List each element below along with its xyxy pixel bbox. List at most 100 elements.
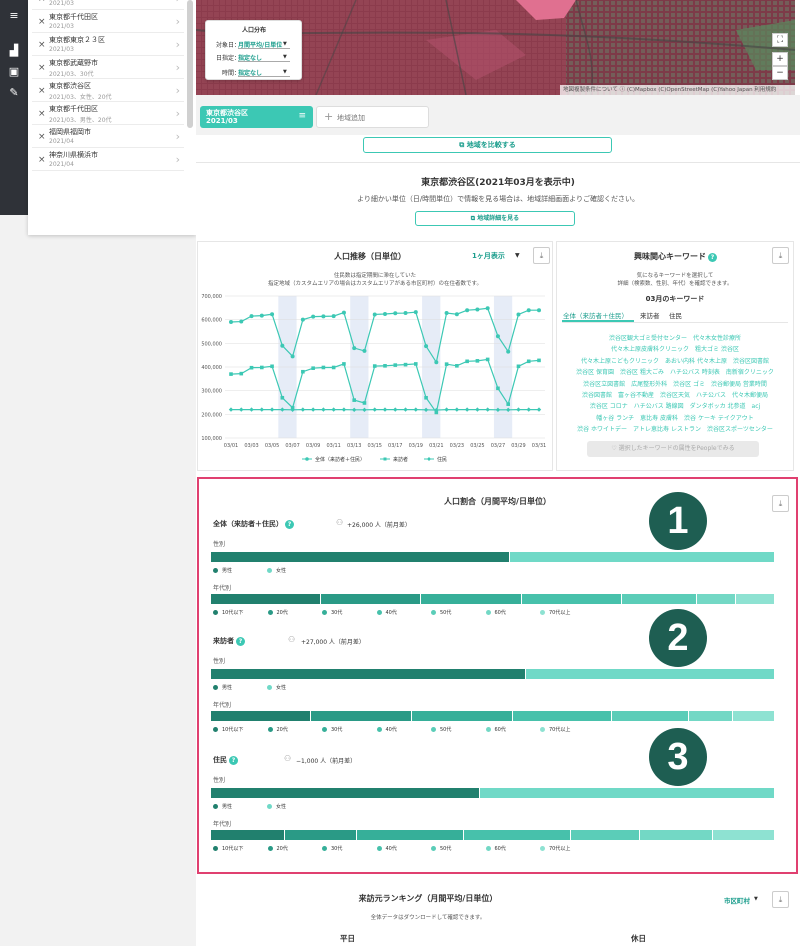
gender-segment[interactable] xyxy=(211,669,527,679)
data-point[interactable] xyxy=(526,308,531,313)
age-segment[interactable] xyxy=(733,711,775,721)
close-icon[interactable]: × xyxy=(38,86,46,96)
data-point[interactable] xyxy=(229,320,233,325)
region-list-item[interactable]: × 福岡県福岡市 2021/04 › xyxy=(32,126,184,148)
data-point[interactable] xyxy=(290,354,295,359)
data-point[interactable] xyxy=(485,306,490,311)
data-point[interactable] xyxy=(310,407,316,412)
data-point[interactable] xyxy=(414,362,418,366)
data-point[interactable] xyxy=(465,308,470,313)
keyword-line[interactable]: 渋谷図書館 富ヶ谷不動産 渋谷区天気 ハチ公バス 代々木郵便局 xyxy=(556,390,794,399)
data-point[interactable] xyxy=(362,401,367,405)
download-icon[interactable]: ⤓ xyxy=(772,247,789,264)
data-point[interactable] xyxy=(383,311,387,316)
keyword-line[interactable]: 渋谷区観大ゴミ受付センター 代々木女性診療所 xyxy=(556,333,794,342)
data-point[interactable] xyxy=(403,407,408,412)
keyword-line[interactable]: 幡ヶ谷 ランチ 恵比寿 皮膚科 渋谷 ケーキ テイクアウト xyxy=(556,413,794,422)
close-icon[interactable]: × xyxy=(38,63,46,73)
data-point[interactable] xyxy=(465,359,469,364)
data-point[interactable] xyxy=(300,407,306,412)
data-point[interactable] xyxy=(229,372,233,376)
data-point[interactable] xyxy=(424,344,429,349)
layers-icon[interactable]: ▣ xyxy=(7,66,21,78)
data-point[interactable] xyxy=(249,365,254,370)
keyword-tab-residents[interactable]: 住民 xyxy=(669,310,682,320)
gender-segment[interactable] xyxy=(510,552,775,562)
data-point[interactable] xyxy=(506,402,510,406)
region-panel-scrollbar[interactable] xyxy=(187,0,193,128)
data-point[interactable] xyxy=(239,319,244,324)
data-point[interactable] xyxy=(300,317,305,322)
data-point[interactable] xyxy=(270,364,274,369)
hamburger-icon[interactable]: ≡ xyxy=(298,111,306,121)
region-detail-button[interactable]: ⧉ 地域詳細を見る xyxy=(415,211,575,226)
data-point[interactable] xyxy=(536,407,542,412)
data-point[interactable] xyxy=(413,310,418,315)
data-point[interactable] xyxy=(393,407,398,412)
data-point[interactable] xyxy=(372,312,377,317)
data-point[interactable] xyxy=(259,407,264,412)
edit-icon[interactable]: ✎ xyxy=(7,87,21,99)
keyword-line[interactable]: 代々木上原こどもクリニック あおい内科 代々木上原 渋谷区図書館 xyxy=(556,356,794,365)
data-point[interactable] xyxy=(383,364,387,368)
data-point[interactable] xyxy=(249,407,254,412)
close-icon[interactable]: × xyxy=(38,109,46,119)
keyword-line[interactable]: 渋谷区 コロナ ハチ公バス 路線図 ダンタボッカ 北参道 acj xyxy=(556,401,794,410)
data-point[interactable] xyxy=(537,358,541,363)
data-point[interactable] xyxy=(434,360,439,365)
age-segment[interactable] xyxy=(357,830,465,840)
fullscreen-icon[interactable]: ⛶ xyxy=(772,33,788,47)
data-point[interactable] xyxy=(516,407,521,412)
data-point[interactable] xyxy=(341,407,347,412)
region-list-item[interactable]: × 東京都千代田区 2021/03、男性、20代 › xyxy=(32,103,184,125)
data-point[interactable] xyxy=(331,314,336,319)
region-list-item[interactable]: × 東京都千代田区 2021/03 › xyxy=(32,11,184,33)
data-point[interactable] xyxy=(444,362,449,366)
region-list-item[interactable]: × 東京都渋谷区 2021/03、女性、20代 › xyxy=(32,80,184,102)
gender-segment[interactable] xyxy=(211,788,481,798)
data-point[interactable] xyxy=(372,407,377,412)
help-icon[interactable]: ? xyxy=(285,520,294,529)
age-segment[interactable] xyxy=(696,594,737,604)
data-point[interactable] xyxy=(475,307,480,312)
menu-icon[interactable]: ≡ xyxy=(7,10,21,22)
data-point[interactable] xyxy=(382,407,388,412)
data-point[interactable] xyxy=(362,348,367,353)
data-point[interactable] xyxy=(496,386,500,391)
map-attribution[interactable]: 地図複製条件について ⓘ (C)Mapbox (C)OpenStreetMap … xyxy=(560,85,795,95)
close-icon[interactable]: × xyxy=(38,155,46,165)
data-point[interactable] xyxy=(270,312,275,317)
close-icon[interactable]: × xyxy=(38,0,46,4)
data-point[interactable] xyxy=(475,359,480,363)
chart-icon[interactable]: ▟ xyxy=(7,45,21,57)
keyword-line[interactable]: 渋谷区 保育園 渋谷区 粗大ごみ ハチ公バス 時刻表 南新宿クリニック xyxy=(556,367,794,376)
zoom-out-button[interactable]: − xyxy=(772,66,788,80)
data-point[interactable] xyxy=(239,407,244,412)
age-segment[interactable] xyxy=(512,711,612,721)
age-segment[interactable] xyxy=(689,711,734,721)
data-point[interactable] xyxy=(239,371,244,376)
data-point[interactable] xyxy=(269,407,275,412)
data-point[interactable] xyxy=(249,314,254,319)
close-icon[interactable]: × xyxy=(38,17,46,27)
close-icon[interactable]: × xyxy=(38,132,46,142)
keyword-people-button[interactable]: ♡ 選択したキーワードの属性をPeopleでみる xyxy=(587,441,759,457)
age-segment[interactable] xyxy=(211,594,321,604)
data-point[interactable] xyxy=(413,407,418,412)
age-segment[interactable] xyxy=(464,830,572,840)
data-point[interactable] xyxy=(372,364,377,368)
age-segment[interactable] xyxy=(411,711,513,721)
data-point[interactable] xyxy=(454,312,459,317)
age-segment[interactable] xyxy=(284,830,358,840)
download-icon[interactable]: ⤓ xyxy=(772,891,789,908)
age-segment[interactable] xyxy=(310,711,412,721)
data-point[interactable] xyxy=(444,407,449,412)
download-icon[interactable]: ⤓ xyxy=(533,247,550,264)
data-point[interactable] xyxy=(537,308,541,313)
keyword-tab-all[interactable]: 全体（来訪者＋住民） xyxy=(563,310,628,320)
ranking-unit-select[interactable]: 市区町村 xyxy=(724,895,750,905)
data-point[interactable] xyxy=(393,311,398,316)
keyword-line[interactable]: 代々木上原皮膚科クリニック 粗大ゴミ 渋谷区 xyxy=(556,344,794,353)
data-point[interactable] xyxy=(341,310,346,315)
data-point[interactable] xyxy=(311,366,315,370)
